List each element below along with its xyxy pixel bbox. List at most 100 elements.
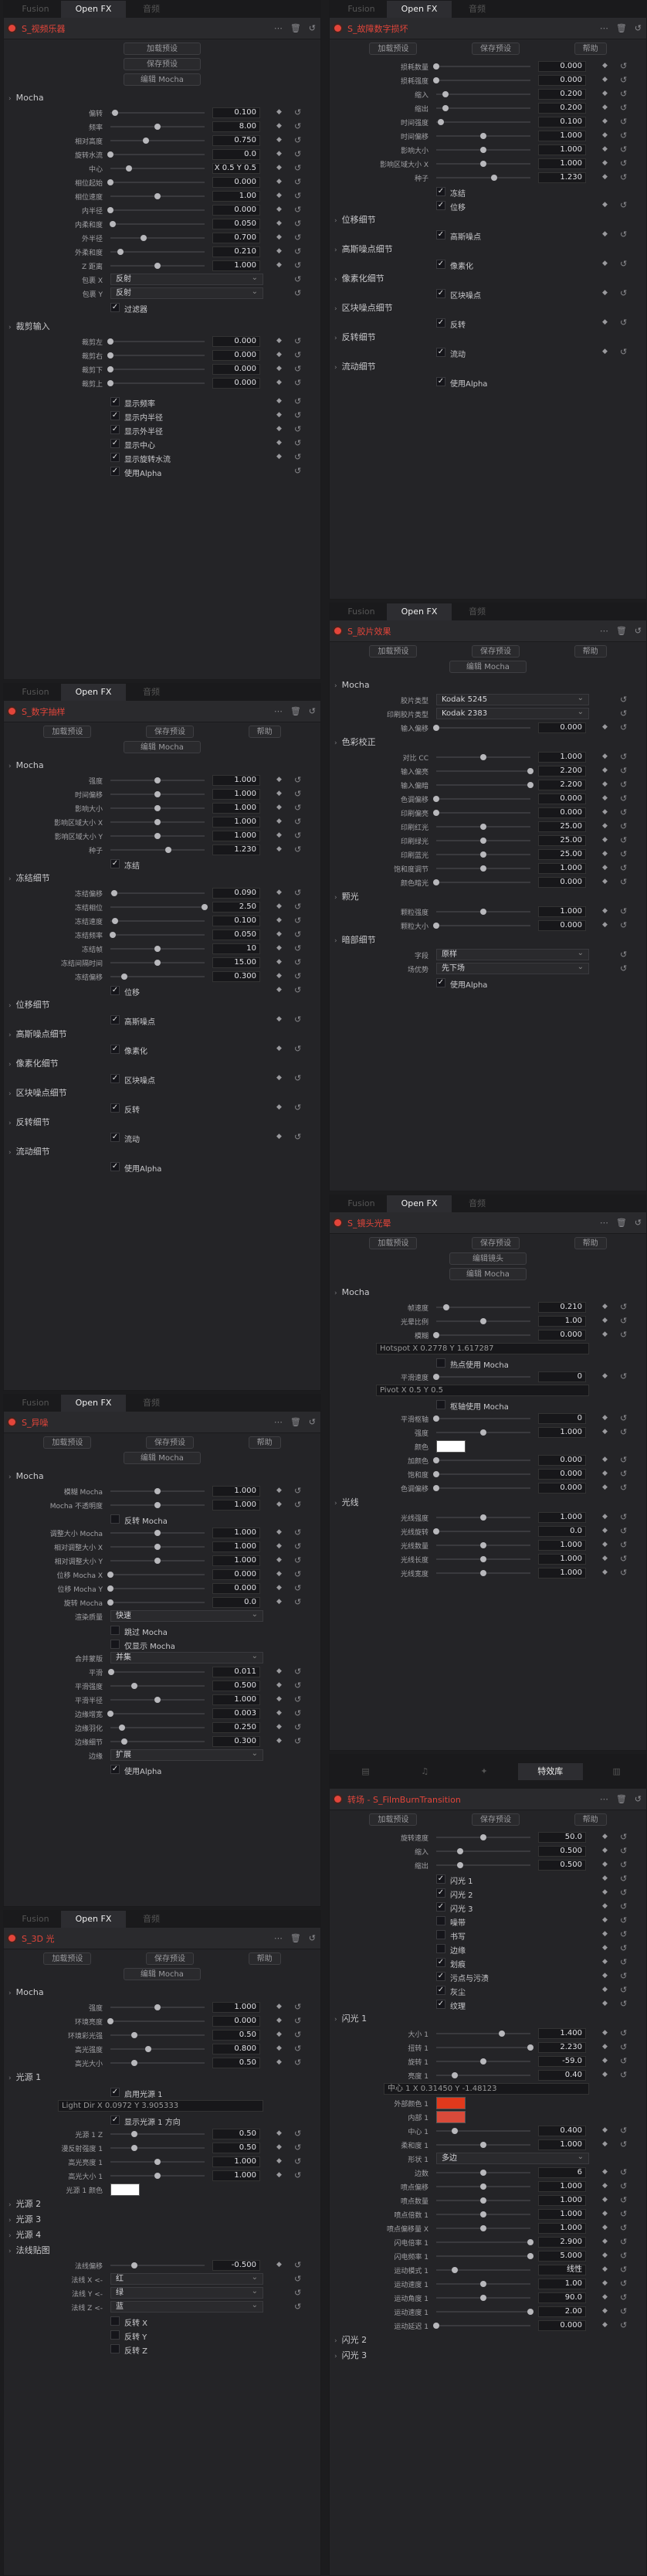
- slider-track[interactable]: [110, 341, 205, 342]
- section-toggle[interactable]: › 区块噪点细节: [4, 1086, 320, 1101]
- reset-icon[interactable]: ↺: [294, 1708, 301, 1718]
- reset-icon[interactable]: ↺: [294, 2143, 301, 2153]
- reset-icon[interactable]: ↺: [620, 1943, 627, 1953]
- slider-knob[interactable]: [480, 1542, 486, 1548]
- slider-track[interactable]: [110, 906, 205, 908]
- keyframe-icon[interactable]: ◆: [276, 379, 282, 386]
- reset-icon[interactable]: ↺: [620, 2056, 627, 2066]
- slider-knob[interactable]: [110, 221, 117, 227]
- checkbox[interactable]: ✓: [436, 1888, 445, 1898]
- slider-track[interactable]: [436, 2325, 530, 2326]
- reset-icon[interactable]: ↺: [620, 1540, 627, 1550]
- keyframe-icon[interactable]: ◆: [602, 1483, 608, 1491]
- slider-knob[interactable]: [480, 909, 486, 915]
- value-field[interactable]: 0.000: [538, 1469, 586, 1480]
- tab-audio[interactable]: 音频: [126, 1, 177, 18]
- value-field[interactable]: 0.000: [212, 1569, 260, 1580]
- keyframe-icon[interactable]: ◆: [276, 2003, 282, 2010]
- keyframe-icon[interactable]: ◆: [276, 233, 282, 241]
- keyframe-icon[interactable]: ◆: [276, 845, 282, 853]
- checkbox[interactable]: ✓: [110, 425, 120, 434]
- value-field[interactable]: 90.0: [538, 2292, 586, 2303]
- section-toggle[interactable]: › 位移细节: [330, 212, 646, 228]
- options-icon[interactable]: ⋯: [274, 23, 283, 33]
- slider-knob[interactable]: [480, 2225, 486, 2231]
- slider-track[interactable]: [436, 2241, 530, 2243]
- dropdown[interactable]: 蓝: [110, 2300, 263, 2313]
- reset-icon[interactable]: ↺: [620, 144, 627, 155]
- keyframe-icon[interactable]: ◆: [276, 790, 282, 797]
- value-field[interactable]: 0.200: [538, 89, 586, 100]
- keyframe-icon[interactable]: ◆: [602, 921, 608, 929]
- reset-icon[interactable]: ↺: [620, 75, 627, 85]
- checkbox[interactable]: ✓: [436, 348, 445, 357]
- reset-icon[interactable]: ↺: [620, 722, 627, 732]
- slider-track[interactable]: [436, 107, 530, 109]
- value-field[interactable]: 0.000: [212, 336, 260, 347]
- reset-icon[interactable]: ↺: [294, 246, 301, 257]
- slider-track[interactable]: [436, 2269, 530, 2271]
- slider-knob[interactable]: [480, 147, 486, 153]
- slider-knob[interactable]: [433, 1415, 439, 1422]
- checkbox[interactable]: ✓: [436, 1972, 445, 1981]
- tab-fusion[interactable]: Fusion: [10, 1, 61, 18]
- keyframe-icon[interactable]: ◆: [276, 1542, 282, 1550]
- keyframe-icon[interactable]: ◆: [276, 1723, 282, 1731]
- keyframe-icon[interactable]: ◆: [276, 1584, 282, 1592]
- reset-icon[interactable]: ↺: [620, 2306, 627, 2316]
- keyframe-icon[interactable]: ◆: [602, 1972, 608, 1980]
- value-field[interactable]: 1.000: [212, 803, 260, 814]
- slider-knob[interactable]: [154, 1530, 161, 1536]
- reset-icon[interactable]: ↺: [620, 821, 627, 831]
- slider-track[interactable]: [436, 770, 530, 772]
- slider-knob[interactable]: [480, 1429, 486, 1436]
- slider-track[interactable]: [436, 2130, 530, 2132]
- value-field[interactable]: 0.000: [212, 205, 260, 216]
- slider-knob[interactable]: [154, 1502, 161, 1508]
- value-field[interactable]: 0.000: [538, 2320, 586, 2331]
- reset-icon[interactable]: ↺: [294, 219, 301, 229]
- reset-icon[interactable]: ↺: [294, 957, 301, 967]
- reset-icon[interactable]: ↺: [309, 23, 316, 33]
- slider-knob[interactable]: [154, 2173, 161, 2179]
- dropdown[interactable]: 原样: [436, 948, 589, 960]
- value-field[interactable]: 0.800: [212, 2044, 260, 2054]
- keyframe-icon[interactable]: ◆: [602, 2251, 608, 2259]
- slider-track[interactable]: [110, 2147, 205, 2149]
- value-field[interactable]: 0.000: [212, 378, 260, 389]
- reset-icon[interactable]: ↺: [294, 1555, 301, 1565]
- value-field[interactable]: 0.0: [212, 149, 260, 160]
- value-field[interactable]: 0.000: [538, 61, 586, 72]
- keyframe-icon[interactable]: ◆: [276, 958, 282, 966]
- section-toggle[interactable]: › 像素化细节: [4, 1056, 320, 1072]
- checkbox[interactable]: [436, 1916, 445, 1925]
- dropdown[interactable]: Kodak 5245: [436, 693, 589, 705]
- checkbox[interactable]: ✓: [110, 986, 120, 995]
- value-field[interactable]: 1.000: [538, 2223, 586, 2234]
- value-field[interactable]: 0.090: [212, 888, 260, 899]
- value-field[interactable]: 线性: [538, 2265, 586, 2275]
- keyframe-icon[interactable]: ◆: [602, 1944, 608, 1952]
- reset-icon[interactable]: ↺: [620, 2181, 627, 2191]
- reset-icon[interactable]: ↺: [294, 121, 301, 131]
- keyframe-icon[interactable]: ◆: [602, 2126, 608, 2134]
- keyframe-icon[interactable]: ◆: [602, 2238, 608, 2245]
- checkbox[interactable]: ✓: [436, 289, 445, 298]
- slider-knob[interactable]: [154, 263, 161, 269]
- reset-icon[interactable]: ↺: [620, 1512, 627, 1522]
- reset-icon[interactable]: ↺: [294, 163, 301, 173]
- slider-knob[interactable]: [107, 1669, 114, 1675]
- checkbox[interactable]: ✓: [110, 1103, 120, 1113]
- section-crop[interactable]: › 裁剪输入: [4, 319, 320, 335]
- value-field[interactable]: 0.50: [212, 2143, 260, 2153]
- slider-knob[interactable]: [480, 865, 486, 872]
- keyframe-icon[interactable]: ◆: [602, 1902, 608, 1910]
- reset-icon[interactable]: ↺: [620, 877, 627, 887]
- slider-track[interactable]: [110, 355, 205, 356]
- slider-knob[interactable]: [433, 1528, 439, 1534]
- value-field[interactable]: 0.100: [212, 107, 260, 118]
- value-field[interactable]: 1.000: [538, 1540, 586, 1551]
- reset-icon[interactable]: ↺: [294, 2002, 301, 2012]
- slider-knob[interactable]: [527, 2239, 534, 2245]
- slider-knob[interactable]: [107, 1572, 113, 1578]
